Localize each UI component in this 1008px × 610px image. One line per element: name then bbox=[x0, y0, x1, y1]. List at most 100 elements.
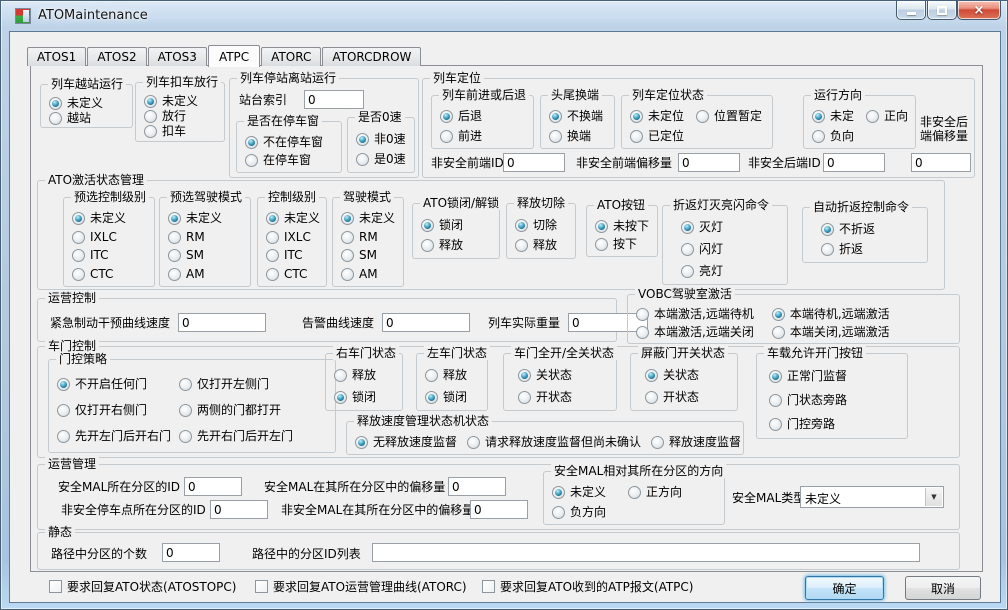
radio-option[interactable]: 未定义 bbox=[266, 211, 324, 226]
radio-option[interactable]: 锁闭 bbox=[334, 390, 400, 405]
close-button[interactable]: × bbox=[957, 1, 1001, 20]
tab-atos1[interactable]: ATOS1 bbox=[27, 47, 86, 66]
radio-option[interactable]: 位置暂定 bbox=[696, 109, 762, 124]
radio-option[interactable]: 先开左门后开右门 bbox=[57, 429, 171, 444]
radio-option[interactable]: 关状态 bbox=[645, 368, 735, 383]
emergency-brake-speed-field[interactable] bbox=[178, 313, 266, 332]
radio-option[interactable]: IXLC bbox=[266, 230, 324, 245]
radio-option[interactable]: 不折返 bbox=[821, 222, 925, 237]
unsafe-rear-offset-field[interactable] bbox=[911, 153, 971, 172]
alarm-curve-speed-field[interactable] bbox=[382, 313, 470, 332]
unsafe-mal-offset-field[interactable] bbox=[470, 500, 528, 519]
path-zone-count-field[interactable] bbox=[162, 543, 220, 562]
radio-option[interactable]: ITC bbox=[72, 248, 152, 263]
radio-option[interactable]: RM bbox=[168, 230, 248, 245]
chevron-down-icon[interactable]: ▼ bbox=[925, 488, 942, 506]
radio-option[interactable]: 未按下 bbox=[595, 219, 655, 234]
radio-option[interactable]: 放行 bbox=[144, 109, 222, 124]
radio-option[interactable]: AM bbox=[168, 267, 248, 282]
radio-option[interactable]: 未定义 bbox=[168, 211, 248, 226]
radio-option[interactable]: 释放速度监督 bbox=[651, 435, 741, 450]
radio-option[interactable]: 锁闭 bbox=[421, 218, 497, 233]
radio-option[interactable]: 锁闭 bbox=[425, 390, 485, 405]
radio-option[interactable]: 开状态 bbox=[645, 390, 735, 405]
radio-option[interactable]: 亮灯 bbox=[681, 264, 785, 279]
radio-option[interactable]: IXLC bbox=[72, 230, 152, 245]
radio-option[interactable]: SM bbox=[341, 248, 401, 263]
radio-option[interactable]: 未定义 bbox=[552, 485, 606, 500]
radio-option[interactable]: 释放 bbox=[421, 238, 497, 253]
safe-mal-offset-field[interactable] bbox=[448, 477, 506, 496]
radio-option[interactable]: 先开右门后开左门 bbox=[179, 429, 293, 444]
radio-option[interactable]: 本端待机,远端激活 bbox=[772, 307, 890, 322]
radio-option[interactable]: 未定位 bbox=[630, 109, 684, 124]
radio-option[interactable]: 门状态旁路 bbox=[769, 393, 905, 408]
radio-option[interactable]: AM bbox=[341, 267, 401, 282]
radio-option[interactable]: 是0速 bbox=[356, 152, 412, 167]
radio-option[interactable]: 未定义 bbox=[341, 211, 401, 226]
maximize-button[interactable] bbox=[927, 1, 957, 20]
radio-option[interactable]: 不在停车窗 bbox=[245, 135, 339, 150]
tab-atpc[interactable]: ATPC bbox=[208, 45, 260, 67]
radio-option[interactable]: 仅打开左侧门 bbox=[179, 377, 293, 392]
radio-option[interactable]: ITC bbox=[266, 248, 324, 263]
minimize-button[interactable] bbox=[896, 1, 926, 20]
unsafe-rear-id-field[interactable] bbox=[823, 153, 885, 172]
radio-option[interactable]: RM bbox=[341, 230, 401, 245]
safe-mal-zone-id-field[interactable] bbox=[184, 477, 242, 496]
radio-option[interactable]: 不开启任何门 bbox=[57, 377, 171, 392]
unsafe-stop-zone-id-field[interactable] bbox=[210, 500, 268, 519]
radio-option[interactable]: 释放 bbox=[515, 238, 573, 253]
radio-option[interactable]: 扣车 bbox=[144, 124, 222, 139]
radio-option[interactable]: 两侧的门都打开 bbox=[179, 403, 293, 418]
radio-option[interactable]: 无释放速度监督 bbox=[355, 435, 457, 450]
radio-option[interactable]: 正常门监督 bbox=[769, 369, 905, 384]
radio-option[interactable]: CTC bbox=[266, 267, 324, 282]
checkbox-reply-atorc[interactable]: 要求回复ATO运营管理曲线(ATORC) bbox=[255, 578, 467, 595]
radio-option[interactable]: 按下 bbox=[595, 237, 655, 252]
radio-option[interactable]: 已定位 bbox=[630, 129, 684, 144]
radio-option[interactable]: CTC bbox=[72, 267, 152, 282]
radio-option[interactable]: 灭灯 bbox=[681, 220, 785, 235]
radio-option[interactable]: 门控旁路 bbox=[769, 417, 905, 432]
path-zone-id-list-field[interactable] bbox=[372, 543, 920, 562]
radio-option[interactable]: 本端激活,远端关闭 bbox=[636, 325, 754, 340]
radio-option[interactable]: 本端关闭,远端激活 bbox=[772, 325, 890, 340]
radio-option[interactable]: 在停车窗 bbox=[245, 153, 339, 168]
radio-option[interactable]: 非0速 bbox=[356, 132, 412, 147]
radio-option[interactable]: 负向 bbox=[812, 129, 854, 144]
tab-atorcdrow[interactable]: ATORCDROW bbox=[322, 47, 421, 66]
tab-atos2[interactable]: ATOS2 bbox=[87, 47, 146, 66]
radio-option[interactable]: 未定义 bbox=[72, 211, 152, 226]
radio-option[interactable]: 释放 bbox=[425, 368, 485, 383]
radio-option[interactable]: 请求释放速度监督但尚未确认 bbox=[467, 435, 641, 450]
checkbox-reply-atpc[interactable]: 要求回复ATO收到的ATP报文(ATPC) bbox=[482, 578, 693, 595]
radio-option[interactable]: 前进 bbox=[440, 129, 531, 144]
unsafe-front-id-field[interactable] bbox=[503, 153, 565, 172]
radio-option[interactable]: 本端激活,远端待机 bbox=[636, 307, 754, 322]
radio-option[interactable]: 折返 bbox=[821, 242, 925, 257]
radio-option[interactable]: 未定义 bbox=[49, 96, 130, 111]
cancel-button[interactable]: 取消 bbox=[905, 576, 981, 600]
radio-option[interactable]: 负方向 bbox=[552, 505, 606, 520]
tab-atorc[interactable]: ATORC bbox=[261, 47, 321, 66]
radio-option[interactable]: 正向 bbox=[866, 109, 908, 124]
unsafe-front-offset-field[interactable] bbox=[678, 153, 740, 172]
safe-mal-type-combobox[interactable]: 未定义 ▼ bbox=[800, 486, 944, 508]
checkbox-reply-ato-status[interactable]: 要求回复ATO状态(ATOSTOPC) bbox=[49, 578, 236, 595]
radio-option[interactable]: 换端 bbox=[549, 129, 612, 144]
radio-option[interactable]: 仅打开右侧门 bbox=[57, 403, 171, 418]
platform-index-field[interactable] bbox=[304, 90, 364, 109]
radio-option[interactable]: 关状态 bbox=[518, 368, 614, 383]
tab-atos3[interactable]: ATOS3 bbox=[148, 47, 207, 66]
radio-option[interactable]: 后退 bbox=[440, 109, 531, 124]
radio-option[interactable]: 未定 bbox=[812, 109, 854, 124]
radio-option[interactable]: 正方向 bbox=[628, 485, 682, 500]
radio-option[interactable]: 越站 bbox=[49, 111, 130, 126]
ok-button[interactable]: 确定 bbox=[805, 576, 884, 600]
radio-option[interactable]: 未定义 bbox=[144, 94, 222, 109]
radio-option[interactable]: 释放 bbox=[334, 368, 400, 383]
radio-option[interactable]: 不换端 bbox=[549, 109, 612, 124]
radio-option[interactable]: 开状态 bbox=[518, 390, 614, 405]
radio-option[interactable]: 闪灯 bbox=[681, 242, 785, 257]
